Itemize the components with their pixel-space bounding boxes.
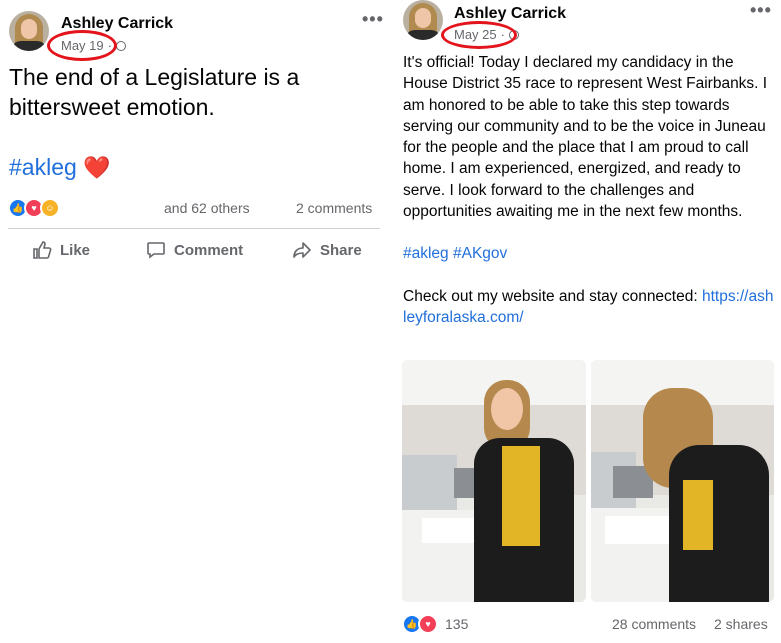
comment-label: Comment [174,241,244,259]
author-avatar[interactable] [403,0,443,40]
like-label: Like [60,241,91,259]
more-options-icon[interactable]: ••• [750,0,772,21]
more-options-icon[interactable]: ••• [362,9,384,30]
share-count[interactable]: 2 shares [714,616,768,632]
post-body: It's official! Today I declared my candi… [403,52,775,328]
hashtag-links[interactable]: #akleg #AKgov [403,243,775,264]
post-photo-2[interactable] [591,360,774,602]
author-avatar[interactable] [9,11,49,51]
reaction-count[interactable]: 135 [445,616,468,632]
divider [8,228,380,229]
share-label: Share [320,241,362,259]
comment-icon [147,242,165,259]
share-button[interactable]: Share [292,240,362,260]
right-post: Ashley Carrick May 25 · ••• It's officia… [392,0,781,643]
thumbs-up-icon [33,241,52,259]
red-highlight-circle [47,30,117,61]
share-arrow-icon [293,242,311,258]
post-photo-1[interactable] [402,360,586,602]
reaction-summary[interactable]: and 62 others [164,200,250,216]
post-text: The end of a Legislature is a bitterswee… [9,64,300,120]
care-reaction-icon: ☺ [40,198,60,218]
reaction-icons[interactable]: 👍 ♥ [402,614,438,634]
like-button[interactable]: Like [32,240,90,260]
comment-button[interactable]: Comment [146,240,243,260]
red-highlight-circle [441,21,517,49]
love-reaction-icon: ♥ [418,614,438,634]
hashtag-row: #akleg ❤️ [9,154,111,181]
comment-count[interactable]: 28 comments [612,616,696,632]
website-line: Check out my website and stay connected:… [403,286,775,329]
website-prefix: Check out my website and stay connected: [403,287,702,305]
post-paragraph: It's official! Today I declared my candi… [403,54,768,221]
heart-emoji-icon: ❤️ [83,155,111,180]
left-post: Ashley Carrick May 19 · ••• The end of a… [0,0,392,643]
reaction-icons[interactable]: 👍 ♥ ☺ [8,198,60,218]
hashtag-link[interactable]: #akleg [9,154,77,180]
comment-count[interactable]: 2 comments [296,200,372,216]
globe-icon [115,40,126,51]
